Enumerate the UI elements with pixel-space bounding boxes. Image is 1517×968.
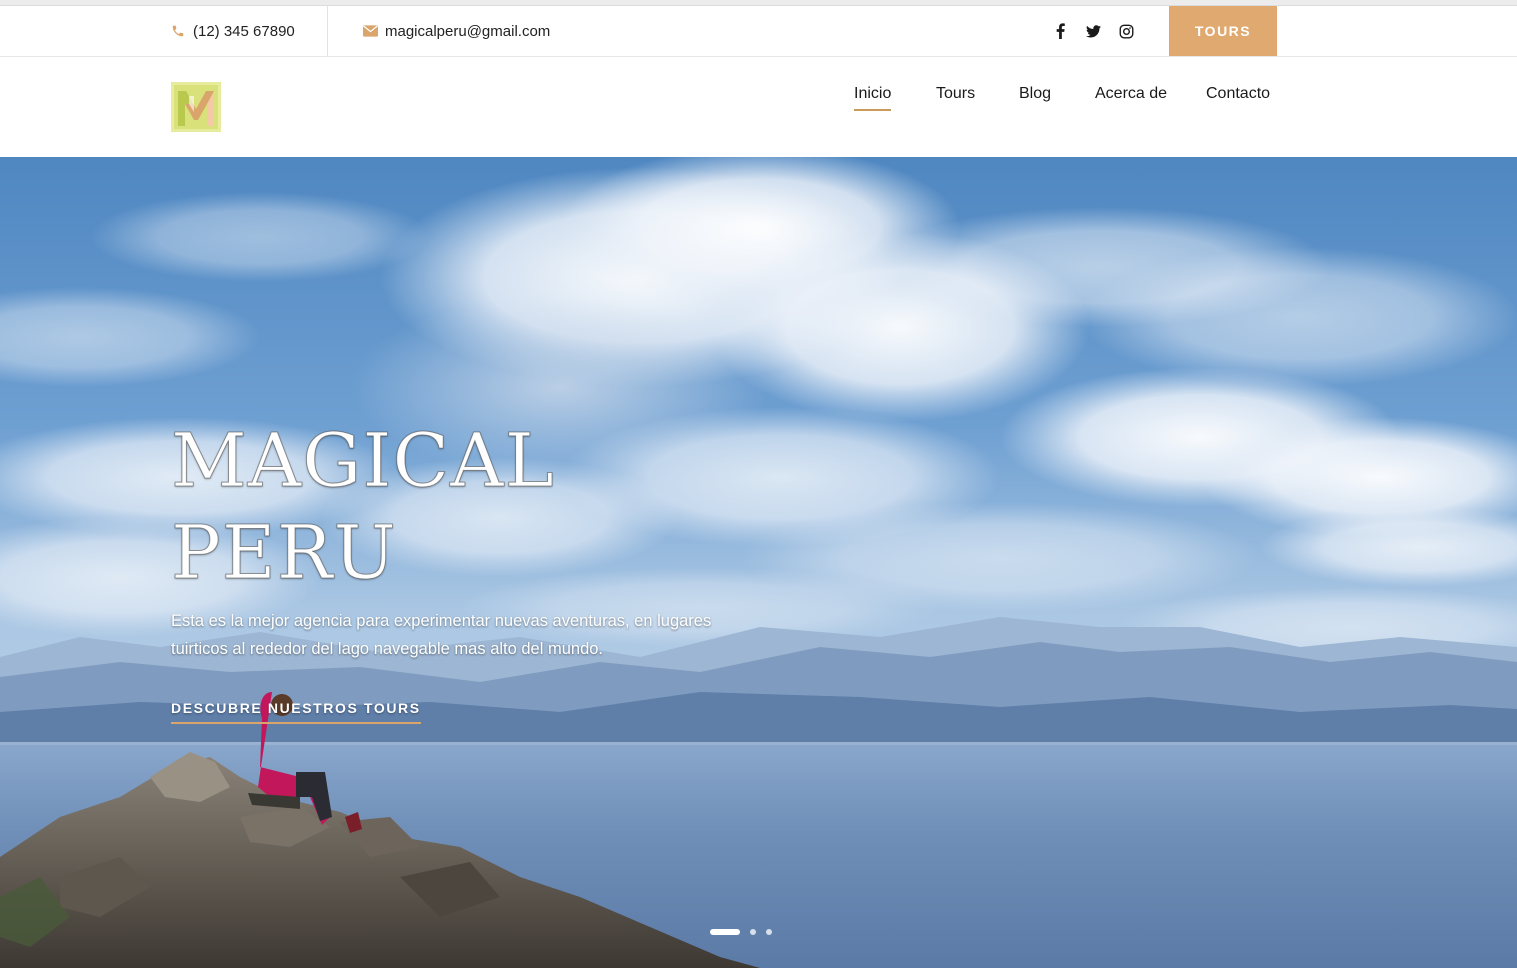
envelope-icon: [362, 23, 378, 39]
slider-dot-1[interactable]: [710, 929, 740, 935]
slider-dot-3[interactable]: [766, 929, 772, 935]
social-links: [1052, 6, 1151, 56]
facebook-icon[interactable]: [1052, 23, 1068, 39]
main-navbar: Inicio Tours Blog Acerca de Contacto: [0, 57, 1517, 157]
hero-slider: MAGICAL PERU Esta es la mejor agencia pa…: [0, 157, 1517, 968]
tours-button[interactable]: TOURS: [1169, 6, 1277, 56]
phone-number: (12) 345 67890: [193, 22, 295, 40]
phone-icon: [170, 23, 186, 39]
discover-tours-link[interactable]: DESCUBRE NUESTROS TOURS: [171, 700, 421, 724]
nav-item-contacto[interactable]: Contacto: [1206, 85, 1270, 103]
logo[interactable]: [171, 82, 221, 132]
contact-phone[interactable]: (12) 345 67890: [170, 6, 295, 56]
contact-email[interactable]: magicalperu@gmail.com: [362, 6, 550, 56]
nav-item-acerca-de[interactable]: Acerca de: [1095, 85, 1167, 103]
hero-title: MAGICAL PERU: [171, 415, 731, 599]
main-nav: Inicio Tours Blog Acerca de Contacto: [854, 85, 1274, 115]
hero-title-line1: MAGICAL: [171, 418, 555, 505]
hero-subtitle-line1: Esta es la mejor agencia para experiment…: [171, 612, 712, 630]
hero-title-line2: PERU: [171, 510, 397, 597]
twitter-icon[interactable]: [1085, 23, 1101, 39]
hero-subtitle-line2: tuirticos al rededor del lago navegable …: [171, 640, 604, 658]
contact-divider: [327, 6, 328, 56]
nav-item-inicio[interactable]: Inicio: [854, 85, 892, 111]
nav-item-blog[interactable]: Blog: [1019, 85, 1051, 103]
instagram-icon[interactable]: [1118, 23, 1134, 39]
slider-dot-2[interactable]: [750, 929, 756, 935]
nav-item-tours[interactable]: Tours: [936, 85, 975, 103]
top-bar: (12) 345 67890 magicalperu@gmail.com TOU…: [0, 6, 1517, 57]
slider-pagination: [710, 929, 772, 935]
hero-subtitle: Esta es la mejor agencia para experiment…: [171, 607, 731, 663]
email-address: magicalperu@gmail.com: [385, 22, 551, 40]
